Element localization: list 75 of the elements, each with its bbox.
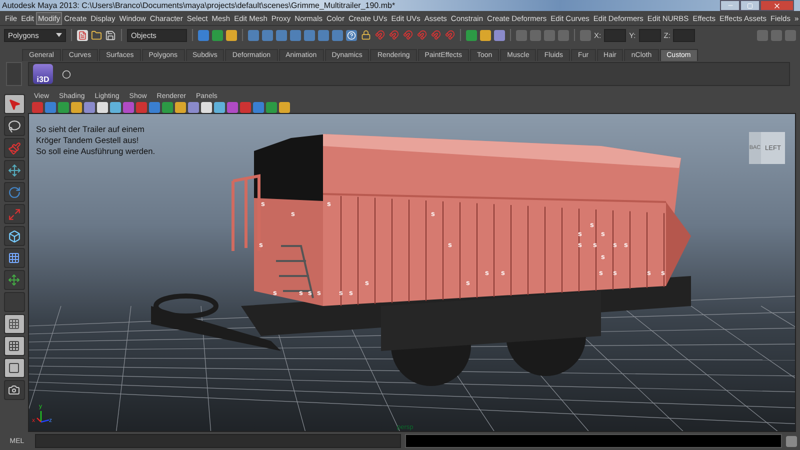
toolbar-icon[interactable] — [198, 30, 209, 40]
toolbar-icon[interactable] — [248, 30, 259, 40]
toolbar-icon[interactable] — [494, 30, 505, 40]
brush-icon — [8, 142, 20, 154]
new-file-icon[interactable] — [77, 30, 88, 40]
panel-toolbar-icon[interactable] — [84, 102, 95, 112]
maximize-button[interactable] — [740, 0, 760, 11]
panel-toolbar-icon[interactable] — [97, 102, 108, 112]
magnet-icon[interactable] — [402, 30, 413, 40]
move-tool[interactable] — [4, 160, 24, 180]
toolbar-icon[interactable] — [226, 30, 237, 40]
minimize-button[interactable] — [720, 0, 740, 11]
x-field[interactable] — [604, 28, 626, 42]
panel-toolbar-icon[interactable] — [201, 102, 212, 112]
rotate-tool[interactable] — [4, 182, 24, 202]
layout-button[interactable] — [4, 336, 24, 356]
cursor-icon — [8, 98, 20, 110]
maximize-icon — [747, 2, 753, 8]
toolbar-icon[interactable] — [480, 30, 491, 40]
panel-toolbar-icon[interactable] — [279, 102, 290, 112]
move-icon — [8, 164, 20, 176]
move-icon — [8, 274, 20, 286]
toolbar-icon[interactable] — [262, 30, 273, 40]
panel-toolbar-icon[interactable] — [110, 102, 121, 112]
minimize-icon — [726, 2, 734, 9]
lock-icon[interactable] — [360, 30, 371, 40]
toolbar-icon[interactable] — [276, 30, 287, 40]
panel-toolbar-icon[interactable] — [71, 102, 82, 112]
grid-icon — [8, 252, 20, 264]
save-icon[interactable] — [105, 30, 116, 40]
layout-button[interactable] — [4, 358, 24, 378]
magnet-icon[interactable] — [430, 30, 441, 40]
layout-button[interactable] — [4, 314, 24, 334]
tool-button[interactable] — [4, 248, 24, 268]
caret-icon — [56, 33, 62, 37]
select-tool[interactable] — [4, 94, 24, 114]
rotate-icon — [8, 186, 20, 198]
note-text: Kröger Tandem Gestell aus! — [36, 135, 139, 145]
note-text: So sieht der Trailer auf einem — [36, 124, 144, 134]
lasso-tool[interactable] — [4, 116, 24, 136]
script-editor-icon[interactable] — [786, 436, 797, 446]
tool-button[interactable] — [4, 270, 24, 290]
cube-icon — [8, 230, 20, 242]
toolbar-icon[interactable] — [212, 30, 223, 40]
grid-icon — [8, 318, 20, 330]
axis-drawing — [36, 411, 50, 423]
close-button[interactable] — [760, 0, 794, 11]
help-icon[interactable] — [346, 30, 357, 40]
command-input[interactable] — [35, 434, 401, 448]
shelf-handle[interactable] — [6, 62, 22, 86]
magnet-icon[interactable] — [388, 30, 399, 40]
panel-toolbar-icon[interactable] — [188, 102, 199, 112]
close-icon — [773, 2, 781, 10]
panel-toolbar-icon[interactable] — [214, 102, 225, 112]
manipulator-tool[interactable] — [4, 226, 24, 246]
toolbar-icon[interactable] — [318, 30, 329, 40]
square-icon — [8, 362, 20, 374]
scale-icon — [8, 208, 20, 220]
note-text: So soll eine Ausführung werden. — [36, 146, 156, 156]
panel-toolbar-icon[interactable] — [175, 102, 186, 112]
folder-icon[interactable] — [91, 30, 102, 40]
magnet-icon[interactable] — [444, 30, 455, 40]
camera-button[interactable] — [4, 380, 24, 400]
magnet-icon[interactable] — [416, 30, 427, 40]
camera-icon — [8, 384, 20, 396]
toolbar-icon[interactable] — [304, 30, 315, 40]
z-field[interactable] — [673, 28, 696, 42]
shelf-logo[interactable]: i3D — [33, 64, 53, 84]
window-title: Autodesk Maya 2013: C:\Users\Branco\Documents\maya\projects\default\scenes\Grimme_Multitrailer_190.mb* — [2, 0, 396, 11]
toolbar-icon[interactable] — [466, 30, 477, 40]
grid-icon — [8, 340, 20, 352]
toolbar-icon[interactable] — [290, 30, 301, 40]
lasso-icon — [8, 120, 20, 132]
y-field[interactable] — [638, 28, 661, 42]
shelf-icon[interactable] — [61, 68, 72, 80]
